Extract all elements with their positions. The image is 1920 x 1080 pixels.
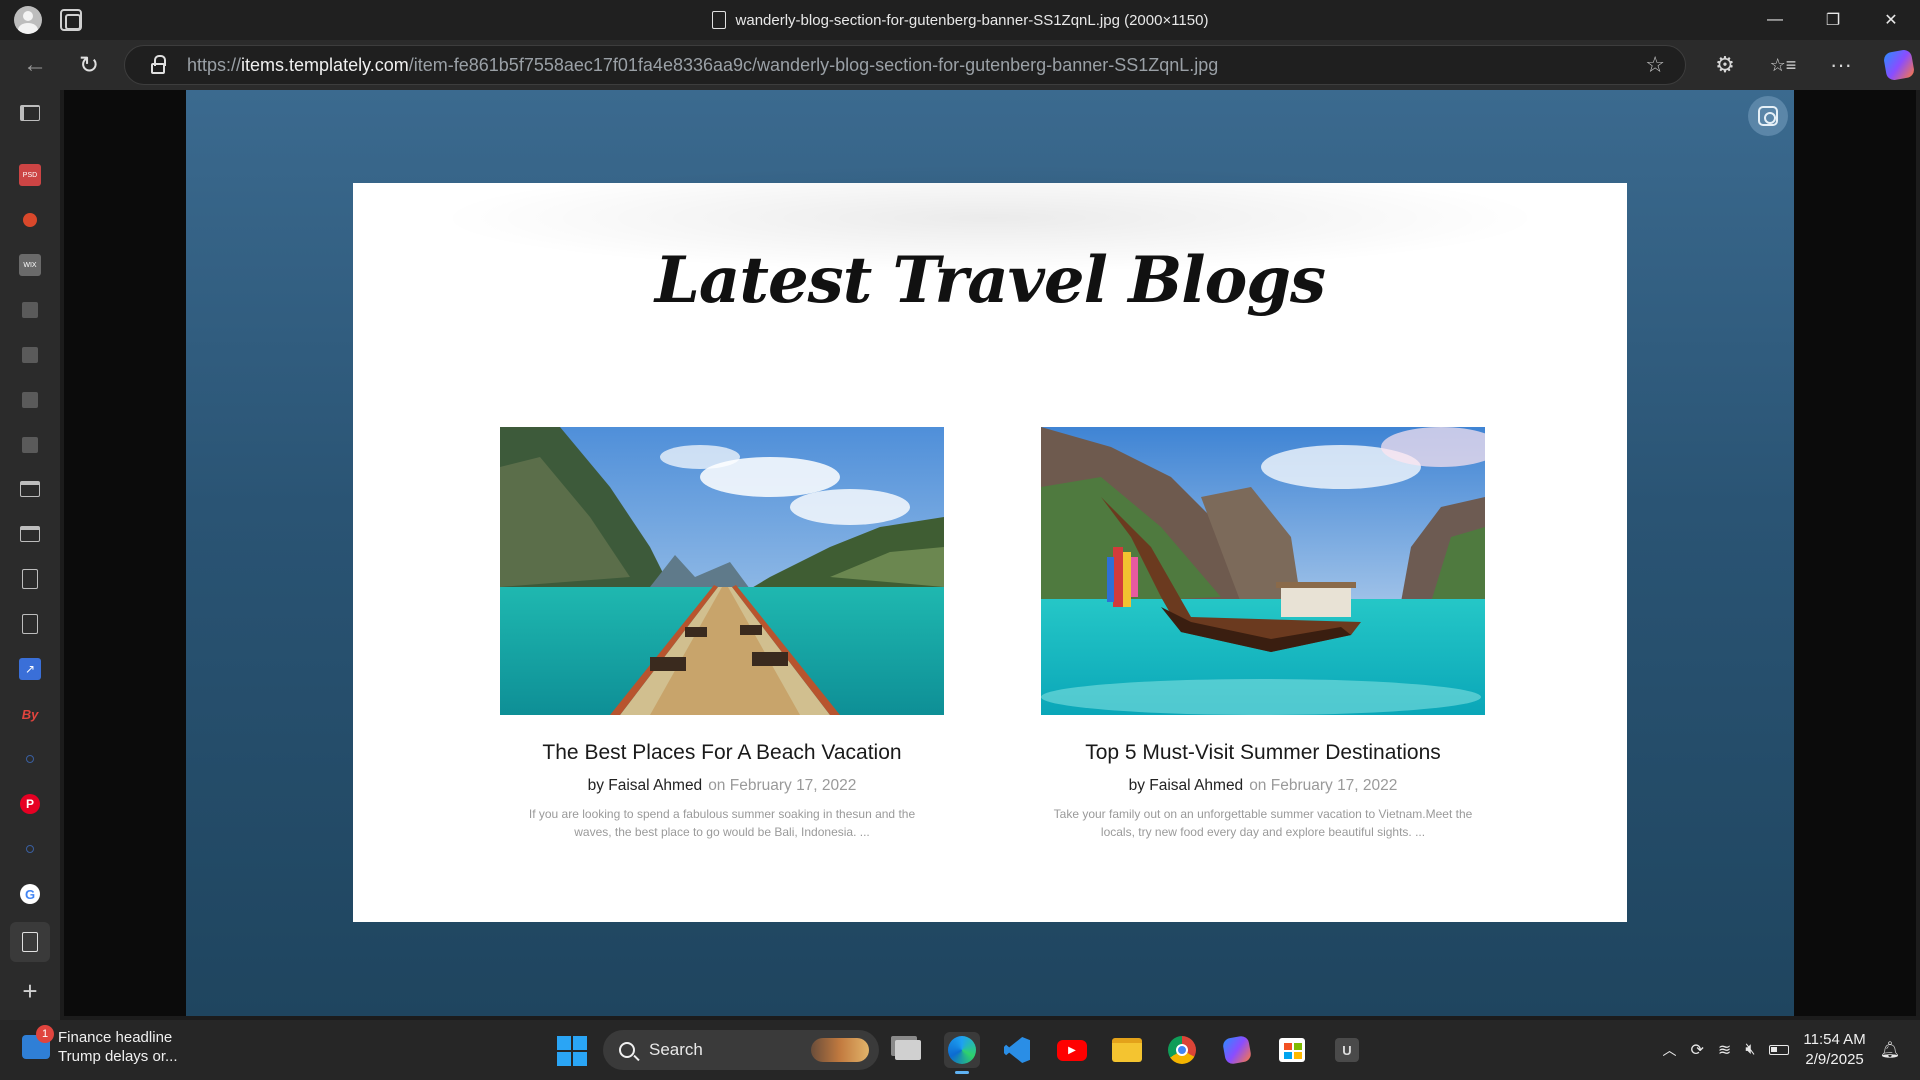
sidebar-item-search-1[interactable]: [19, 748, 41, 770]
search-highlight-image: [811, 1038, 869, 1062]
file-explorer-icon[interactable]: [1109, 1032, 1145, 1068]
clock-date: 2/9/2025: [1805, 1051, 1864, 1068]
more-menu-button[interactable]: ···: [1812, 40, 1870, 90]
post-thumbnail-longtail-boat: [1041, 427, 1485, 715]
chrome-icon[interactable]: [1164, 1032, 1200, 1068]
notification-bell-icon[interactable]: 🔔︎: [1880, 1040, 1900, 1060]
post-thumbnail-beach-boat: [500, 427, 944, 715]
add-tab-button[interactable]: +: [19, 976, 41, 1006]
post-meta: by Faisal Ahmed on February 17, 2022: [500, 777, 944, 795]
vscode-icon[interactable]: [999, 1032, 1035, 1068]
news-snippet: Trump delays or...: [58, 1048, 178, 1065]
news-widget[interactable]: 1 Finance headline Trump delays or...: [22, 1025, 178, 1066]
sidebar-item-psd[interactable]: PSD: [19, 164, 41, 186]
sidebar-item-browser-2[interactable]: [19, 523, 41, 545]
taskbar-search[interactable]: Search: [603, 1030, 879, 1070]
tab-actions-icon[interactable]: [60, 9, 82, 31]
sidebar-item-site-1[interactable]: [19, 299, 41, 321]
browser-window: wanderly-blog-section-for-gutenberg-bann…: [0, 0, 1920, 1080]
start-button[interactable]: [557, 1036, 587, 1066]
post-excerpt: Take your family out on an unforgettable…: [1053, 807, 1473, 839]
copilot-button[interactable]: [1870, 40, 1920, 90]
favorites-button[interactable]: ☆≡: [1754, 40, 1812, 90]
window-title: wanderly-blog-section-for-gutenberg-bann…: [0, 0, 1920, 40]
blog-section-card: Latest Travel Blogs The Best Places For …: [353, 163, 1627, 922]
profile-avatar[interactable]: [14, 6, 42, 34]
beach-boat-photo: [500, 427, 944, 715]
post-date: on February 17, 2022: [1249, 777, 1398, 794]
post-title[interactable]: The Best Places For A Beach Vacation: [500, 741, 944, 765]
back-button[interactable]: ←: [12, 45, 58, 85]
favorite-star-icon[interactable]: ☆: [1645, 52, 1665, 78]
sidebar-item-browser-1[interactable]: [19, 478, 41, 500]
system-tray: ︿ ⟳ ≋ 🔇︎ 11:54 AM 2/9/2025 🔔︎: [1663, 1020, 1900, 1080]
copilot-icon: [1882, 48, 1916, 82]
news-title: Finance headline: [58, 1029, 173, 1046]
extensions-button[interactable]: ⚙: [1696, 40, 1754, 90]
reload-button[interactable]: ↻: [66, 45, 112, 85]
blog-post-card: Top 5 Must-Visit Summer Destinations by …: [1041, 427, 1485, 841]
clock-time: 11:54 AM: [1803, 1031, 1866, 1048]
sidebar-item-doc-1[interactable]: [19, 568, 41, 590]
minimize-button[interactable]: —: [1746, 0, 1804, 40]
news-badge: 1: [36, 1025, 54, 1043]
window-title-text: wanderly-blog-section-for-gutenberg-bann…: [735, 11, 1209, 29]
url-text[interactable]: https://items.templately.com/item-fe861b…: [187, 55, 1218, 76]
show-hidden-icons-chevron-icon[interactable]: ︿: [1663, 1040, 1677, 1060]
visual-search-icon: [1758, 106, 1778, 126]
microsoft-store-icon[interactable]: [1274, 1032, 1310, 1068]
sidebar-item-by[interactable]: By: [19, 703, 41, 725]
edge-icon[interactable]: [944, 1032, 980, 1074]
sidebar-item-doc-2[interactable]: [19, 613, 41, 635]
sidebar-item-app-red[interactable]: [19, 209, 41, 231]
blog-post-card: The Best Places For A Beach Vacation by …: [500, 427, 944, 841]
sidebar-item-pinterest[interactable]: P: [19, 793, 41, 815]
search-icon: [619, 1042, 635, 1058]
sidebar-item-site-3[interactable]: [19, 389, 41, 411]
title-bar: wanderly-blog-section-for-gutenberg-bann…: [0, 0, 1920, 40]
lock-icon[interactable]: [151, 54, 166, 74]
close-button[interactable]: ✕: [1862, 0, 1920, 40]
sidebar-item-site-2[interactable]: [19, 344, 41, 366]
sidebar-item-wix[interactable]: WIX: [19, 254, 41, 276]
post-meta: by Faisal Ahmed on February 17, 2022: [1041, 777, 1485, 795]
sidebar-item-search-2[interactable]: [19, 838, 41, 860]
battery-icon[interactable]: [1769, 1045, 1790, 1055]
task-view-icon[interactable]: [890, 1032, 926, 1068]
windows-taskbar: 1 Finance headline Trump delays or... Se…: [0, 1020, 1920, 1080]
youtube-icon[interactable]: ▶: [1054, 1032, 1090, 1068]
post-date: on February 17, 2022: [708, 777, 857, 794]
navigation-bar: ← ↻ https://items.templately.com/item-fe…: [0, 40, 1920, 90]
post-title[interactable]: Top 5 Must-Visit Summer Destinations: [1041, 741, 1485, 765]
restore-button[interactable]: ❐: [1804, 0, 1862, 40]
post-author: by Faisal Ahmed: [1128, 777, 1244, 794]
sidebar-item-site-4[interactable]: [19, 434, 41, 456]
vertical-tabs-sidebar: PSD WIX ↗ By P G +: [0, 90, 60, 1020]
tab-panel-icon[interactable]: [19, 102, 41, 124]
file-icon: [711, 11, 726, 29]
copilot-app-icon[interactable]: [1219, 1032, 1255, 1068]
section-heading: Latest Travel Blogs: [654, 243, 1326, 318]
wifi-icon[interactable]: ≋: [1718, 1040, 1731, 1060]
longtail-boat-photo: [1041, 427, 1485, 715]
post-excerpt: If you are looking to spend a fabulous s…: [528, 807, 916, 839]
volume-muted-icon[interactable]: 🔇︎: [1745, 1041, 1755, 1059]
visual-search-button[interactable]: [1748, 96, 1788, 136]
unity-hub-icon[interactable]: U: [1329, 1032, 1365, 1068]
sidebar-item-doc-active[interactable]: [10, 922, 50, 962]
search-label: Search: [649, 1040, 703, 1059]
sidebar-item-google[interactable]: G: [19, 883, 41, 905]
post-author: by Faisal Ahmed: [587, 777, 703, 794]
sidebar-item-link[interactable]: ↗: [19, 658, 41, 680]
news-icon: 1: [22, 1025, 54, 1059]
sync-icon[interactable]: ⟳: [1691, 1040, 1704, 1060]
address-bar[interactable]: https://items.templately.com/item-fe861b…: [124, 45, 1686, 85]
clock[interactable]: 11:54 AM 2/9/2025: [1803, 1030, 1865, 1070]
